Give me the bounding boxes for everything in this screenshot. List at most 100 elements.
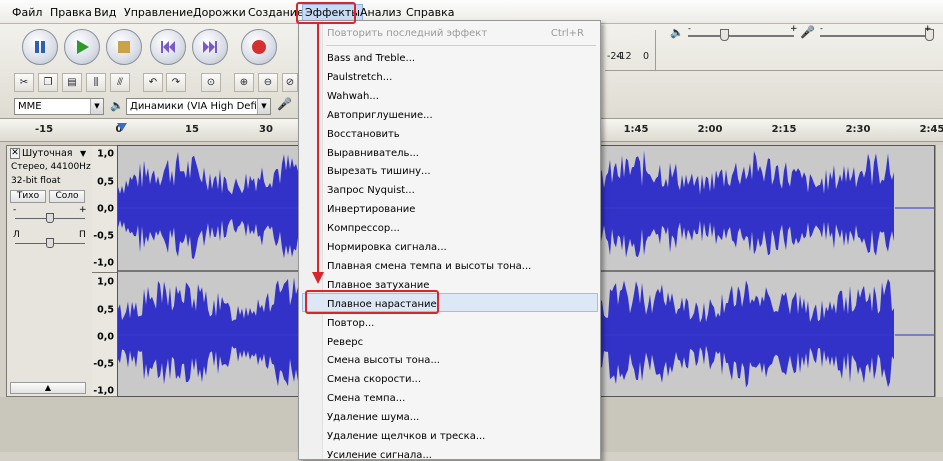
play-head-marker[interactable]	[117, 123, 127, 131]
pause-button[interactable]	[22, 29, 58, 65]
output-device-select[interactable]: Динамики (VIA High Definition ▼	[126, 98, 271, 115]
annotation-fade-in-highlight	[305, 290, 439, 314]
menu-item-effect[interactable]: Bass and Treble...	[327, 53, 415, 64]
silence-button[interactable]: ⫻	[110, 73, 130, 92]
menu-item-effect[interactable]: Смена темпа...	[327, 393, 405, 404]
trim-icon: ⫼	[93, 77, 99, 88]
skip-start-icon	[161, 41, 175, 53]
copy-button[interactable]: ❐	[38, 73, 58, 92]
paste-icon: ▤	[67, 77, 77, 88]
meter-label: 0	[643, 51, 650, 62]
menu-file[interactable]: Файл	[10, 5, 44, 21]
skip-end-button[interactable]	[192, 29, 228, 65]
cut-icon: ✂	[19, 77, 29, 88]
menu-item-effect[interactable]: Нормировка сигнала...	[327, 242, 447, 253]
record-button[interactable]	[241, 29, 277, 65]
menu-item-shortcut: Ctrl+R	[550, 28, 584, 39]
menu-item-effect[interactable]: Реверс	[327, 337, 363, 348]
zoom-out-button[interactable]: ⊖	[258, 73, 278, 92]
menu-item-effect[interactable]: Выравниватель...	[327, 148, 419, 159]
zoom-in-icon: ⊕	[239, 77, 249, 88]
undo-button[interactable]: ↶	[143, 73, 163, 92]
trim-button[interactable]: ⫼	[86, 73, 106, 92]
redo-button[interactable]: ↷	[166, 73, 186, 92]
undo-icon: ↶	[148, 77, 158, 88]
redo-icon: ↷	[171, 77, 181, 88]
track-name: Шуточная	[22, 148, 73, 159]
ruler-label: 2:45	[919, 124, 943, 135]
menu-help[interactable]: Справка	[404, 5, 456, 21]
annotation-arrow-icon	[312, 24, 324, 284]
menu-item-effect[interactable]: Запрос Nyquist...	[327, 185, 415, 196]
menu-transport[interactable]: Управление	[122, 5, 195, 21]
play-icon	[77, 40, 89, 54]
close-icon: ✕	[11, 148, 19, 158]
menu-item-repeat-last: Повторить последний эффект	[327, 28, 488, 39]
recording-volume-slider[interactable]	[820, 35, 928, 37]
menu-item-effect[interactable]: Удаление шума...	[327, 412, 419, 423]
menu-item-effect[interactable]: Компрессор...	[327, 223, 400, 234]
menu-item-effect[interactable]: Смена скорости...	[327, 374, 421, 385]
annotation-effects-highlight	[296, 2, 356, 24]
menu-item-effect[interactable]: Смена высоты тона...	[327, 355, 440, 366]
menu-tracks[interactable]: Дорожки	[191, 5, 248, 21]
ruler-label: 2:30	[845, 124, 871, 135]
gain-max-label: +	[79, 205, 87, 215]
fit-button[interactable]: ⊘	[282, 73, 298, 92]
ruler-label: -15	[34, 124, 54, 135]
stop-button[interactable]	[106, 29, 142, 65]
menu-item-effect[interactable]: Автоприглушение...	[327, 110, 433, 121]
pan-slider-thumb[interactable]	[46, 238, 54, 248]
microphone-icon: 🎤	[277, 97, 292, 111]
track-format: Стерео, 44100Hz	[11, 162, 91, 172]
ruler-label: 30	[259, 124, 273, 135]
collapse-track-button[interactable]: ▲	[10, 382, 86, 394]
copy-icon: ❐	[43, 77, 53, 88]
toolbar-divider	[605, 70, 943, 71]
silence-icon: ⫻	[117, 77, 123, 88]
gain-min-label: -	[13, 205, 17, 215]
mute-button[interactable]: Тихо	[10, 190, 46, 203]
skip-start-button[interactable]	[150, 29, 186, 65]
pan-left-label: Л	[13, 230, 20, 240]
menu-item-effect[interactable]: Удаление щелчков и треска...	[327, 431, 485, 442]
audio-host-select[interactable]: MME ▼	[14, 98, 104, 115]
menu-item-effect[interactable]: Инвертирование	[327, 204, 415, 215]
menu-item-effect[interactable]: Вырезать тишину...	[327, 166, 431, 177]
scale-label: -0,5	[93, 230, 114, 242]
menu-item-effect[interactable]: Paulstretch...	[327, 72, 392, 83]
cut-button[interactable]: ✂	[14, 73, 34, 92]
menu-item-effect[interactable]: Восстановить	[327, 129, 400, 140]
solo-button[interactable]: Соло	[49, 190, 85, 203]
meter-label: -12	[616, 51, 632, 62]
record-icon	[252, 40, 266, 54]
speaker-icon: 🔈	[110, 99, 124, 112]
gain-slider-thumb[interactable]	[46, 213, 54, 223]
menu-view[interactable]: Вид	[92, 5, 118, 21]
menu-item-effect[interactable]: Плавная смена темпа и высоты тона...	[327, 261, 531, 272]
track-close-button[interactable]: ✕	[10, 148, 20, 159]
chevron-down-icon: ▼	[257, 99, 270, 114]
paste-button[interactable]: ▤	[62, 73, 82, 92]
playback-volume-slider[interactable]	[688, 35, 794, 37]
menu-item-effect[interactable]: Wahwah...	[327, 91, 379, 102]
sync-lock-icon: ⊙	[206, 77, 216, 88]
solo-label: Соло	[55, 191, 79, 201]
zoom-in-button[interactable]: ⊕	[234, 73, 254, 92]
track-name-menu[interactable]: Шуточная ▼	[22, 148, 90, 159]
playback-volume-thumb[interactable]	[720, 29, 729, 41]
sync-lock-button[interactable]: ⊙	[201, 73, 221, 92]
stop-icon	[118, 41, 130, 53]
ruler-label: 15	[185, 124, 199, 135]
vertical-scrollbar[interactable]	[935, 145, 943, 397]
chevron-down-icon: ▼	[90, 99, 103, 114]
ruler-label: 2:15	[771, 124, 797, 135]
play-button[interactable]	[64, 29, 100, 65]
menu-edit[interactable]: Правка	[48, 5, 94, 21]
toolbar-divider	[655, 30, 656, 70]
menu-analyze[interactable]: Анализ	[358, 5, 404, 21]
amplitude-scale: 1,0 0,5 0,0 -0,5 -1,0 1,0 0,5 0,0 -0,5 -…	[92, 145, 117, 397]
menu-item-effect[interactable]: Повтор...	[327, 318, 374, 329]
ruler-label: 2:00	[697, 124, 723, 135]
scale-label: 0,0	[97, 203, 114, 215]
